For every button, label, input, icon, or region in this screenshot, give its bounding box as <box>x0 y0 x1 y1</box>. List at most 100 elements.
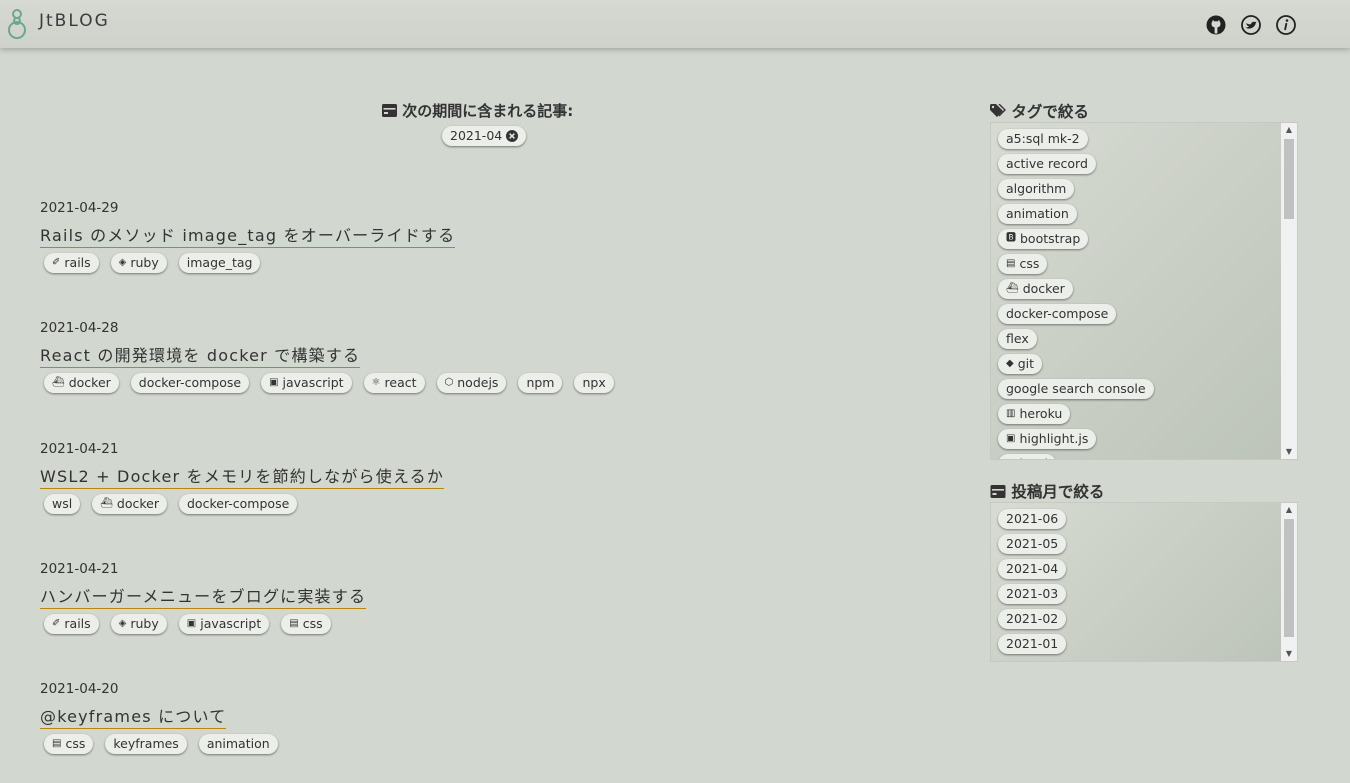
tag-chip[interactable]: npm <box>518 373 563 393</box>
article-title-link[interactable]: ハンバーガーメニューをブログに実装する <box>40 583 367 609</box>
tag-chip[interactable]: keyframes <box>105 734 187 754</box>
tag-label: 2021-01 <box>1006 636 1059 651</box>
tag-label: javascript <box>282 375 344 390</box>
tag-label: 2021-04 <box>1006 561 1059 576</box>
article-title-link[interactable]: WSL2 + Docker をメモリを節約しながら使えるか <box>40 463 445 489</box>
tag-list: a5:sql mk-2 active record algorithm animati… <box>998 129 1154 459</box>
ringed-figure-icon[interactable] <box>6 8 28 40</box>
tag-label: docker <box>116 496 159 511</box>
scroll-down-icon[interactable]: ▼ <box>1281 445 1297 459</box>
sidebar-tag-chip[interactable]: active record <box>998 154 1096 174</box>
month-chip[interactable]: 2021-06 <box>998 509 1067 529</box>
article-date: 2021-04-21 <box>40 561 119 577</box>
nodejs-icon: ⬡ <box>444 377 454 388</box>
tag-chip[interactable]: ▣ javascript <box>178 614 270 634</box>
tag-label: keyframes <box>113 736 179 751</box>
info-icon[interactable] <box>1276 15 1296 35</box>
article-tags: ✐ rails ◈ ruby image_tag <box>40 253 455 273</box>
tag-list-box[interactable]: a5:sql mk-2 active record algorithm animati… <box>990 122 1298 460</box>
tag-chip[interactable]: ◈ ruby <box>110 614 167 634</box>
tag-chip[interactable]: ✐ rails <box>44 253 99 273</box>
sidebar-tag-chip[interactable]: 🅱bootstrap <box>998 229 1089 249</box>
scroll-thumb[interactable] <box>1284 519 1294 637</box>
scroll-up-icon[interactable]: ▲ <box>1281 503 1297 517</box>
tag-chip[interactable]: ⛴ docker <box>92 494 167 514</box>
git-icon: ◆ <box>1006 358 1014 369</box>
active-period-label: 2021-04 <box>450 128 503 143</box>
tag-label: docker <box>68 375 111 390</box>
tag-label: git <box>1017 356 1035 371</box>
month-chip[interactable]: 2021-05 <box>998 534 1067 554</box>
sidebar-tag-chip[interactable]: flex <box>998 329 1037 349</box>
tag-chip[interactable]: docker-compose <box>130 373 250 393</box>
tag-chip[interactable]: ✐ rails <box>44 614 99 634</box>
article-date: 2021-04-29 <box>40 200 119 216</box>
ruby-icon: ◈ <box>118 257 127 268</box>
article-item: 2021-04-29 Rails のメソッド image_tag をオーバーライド… <box>40 200 456 273</box>
javascript-icon: ▣ <box>1006 433 1016 444</box>
article-date: 2021-04-28 <box>40 320 119 336</box>
site-title[interactable]: JtBLOG <box>39 11 110 31</box>
period-filter-label: 次の期間に含まれる記事: <box>402 102 574 120</box>
rails-icon: ✐ <box>52 618 61 629</box>
tag-chip[interactable]: ◈ ruby <box>110 253 167 273</box>
sidebar-tag-chip[interactable]: ▤ css <box>998 254 1048 274</box>
twitter-icon[interactable] <box>1241 15 1261 35</box>
sidebar-tag-chip[interactable]: animation <box>998 204 1077 224</box>
sidebar-tag-chip[interactable]: docker-compose <box>998 304 1117 324</box>
rails-icon: ✐ <box>52 257 61 268</box>
scroll-up-icon[interactable]: ▲ <box>1281 123 1297 137</box>
article-title-link[interactable]: React の開発環境を docker で構築する <box>40 342 361 368</box>
sidebar-tag-chip[interactable]: ▥ heroku <box>998 404 1071 424</box>
article-item: 2021-04-20 @keyframes について ▤ css keyframes an… <box>40 681 278 754</box>
tag-chip[interactable]: ▤ css <box>44 734 94 754</box>
tag-chip[interactable]: image_tag <box>178 253 261 273</box>
month-chip[interactable]: 2021-02 <box>998 609 1067 629</box>
tag-chip[interactable]: docker-compose <box>179 494 298 514</box>
sidebar-tag-chip[interactable]: algorithm <box>998 179 1075 199</box>
tag-label: docker <box>1022 281 1065 296</box>
tag-label: css <box>1019 256 1040 271</box>
tag-filter-heading: タグで絞る <box>990 100 1089 122</box>
tag-chip[interactable]: animation <box>198 734 278 754</box>
month-chip[interactable]: 2021-01 <box>998 634 1067 654</box>
article-title-link[interactable]: Rails のメソッド image_tag をオーバーライドする <box>40 222 456 248</box>
tag-chip[interactable]: wsl <box>44 494 81 514</box>
tag-list-scrollbar[interactable]: ▲ ▼ <box>1281 123 1297 459</box>
month-list-scrollbar[interactable]: ▲ ▼ <box>1281 503 1297 661</box>
tag-chip[interactable]: npx <box>574 373 614 393</box>
tag-chip[interactable]: ⛴ docker <box>44 373 119 393</box>
github-icon[interactable] <box>1206 15 1226 35</box>
tag-chip[interactable]: ⚛ react <box>363 373 425 393</box>
sidebar-tag-chip[interactable]: a5:sql mk-2 <box>998 129 1088 149</box>
sidebar-tag-chip[interactable]: ▣ highlight.js <box>998 429 1097 449</box>
sidebar-tag-chip[interactable]: ◆ git <box>998 354 1043 374</box>
sidebar-tag-chip[interactable]: google search console <box>998 379 1154 399</box>
tag-chip[interactable]: ▤ css <box>281 614 331 634</box>
close-circle-icon[interactable] <box>506 130 519 142</box>
tag-label: docker-compose <box>138 375 242 390</box>
sidebar-tag-chip[interactable]: ▤ html <box>998 454 1056 459</box>
article-tags: ⛴ docker docker-compose ▣ javascript ⚛ react ⬡ n… <box>40 373 614 393</box>
tag-chip[interactable]: ⬡ nodejs <box>436 373 507 393</box>
javascript-icon: ▣ <box>269 377 279 388</box>
tag-chip[interactable]: ▣ javascript <box>261 373 352 393</box>
sidebar-tag-chip[interactable]: ⛴ docker <box>998 279 1073 299</box>
month-chip[interactable]: 2021-03 <box>998 584 1067 604</box>
tag-label: active record <box>1006 156 1088 171</box>
month-list-box[interactable]: 2021-06 2021-05 2021-04 2021-03 2021-02 2021-… <box>990 502 1298 662</box>
article-title-link[interactable]: @keyframes について <box>40 703 227 729</box>
scroll-down-icon[interactable]: ▼ <box>1281 647 1297 661</box>
active-period-chip[interactable]: 2021-04 <box>442 126 527 146</box>
tag-label: 2021-02 <box>1006 611 1059 626</box>
tag-label: 2021-06 <box>1006 511 1059 526</box>
scroll-thumb[interactable] <box>1284 139 1294 219</box>
tag-label: a5:sql mk-2 <box>1006 131 1080 146</box>
docker-icon: ⛴ <box>100 498 113 509</box>
tag-label: 2021-03 <box>1006 586 1059 601</box>
tag-label: heroku <box>1019 406 1063 421</box>
bootstrap-icon: 🅱 <box>1006 233 1016 244</box>
tag-label: wsl <box>52 496 73 511</box>
month-chip[interactable]: 2021-04 <box>998 559 1067 579</box>
period-filter-heading: 次の期間に含まれる記事: <box>382 100 573 121</box>
